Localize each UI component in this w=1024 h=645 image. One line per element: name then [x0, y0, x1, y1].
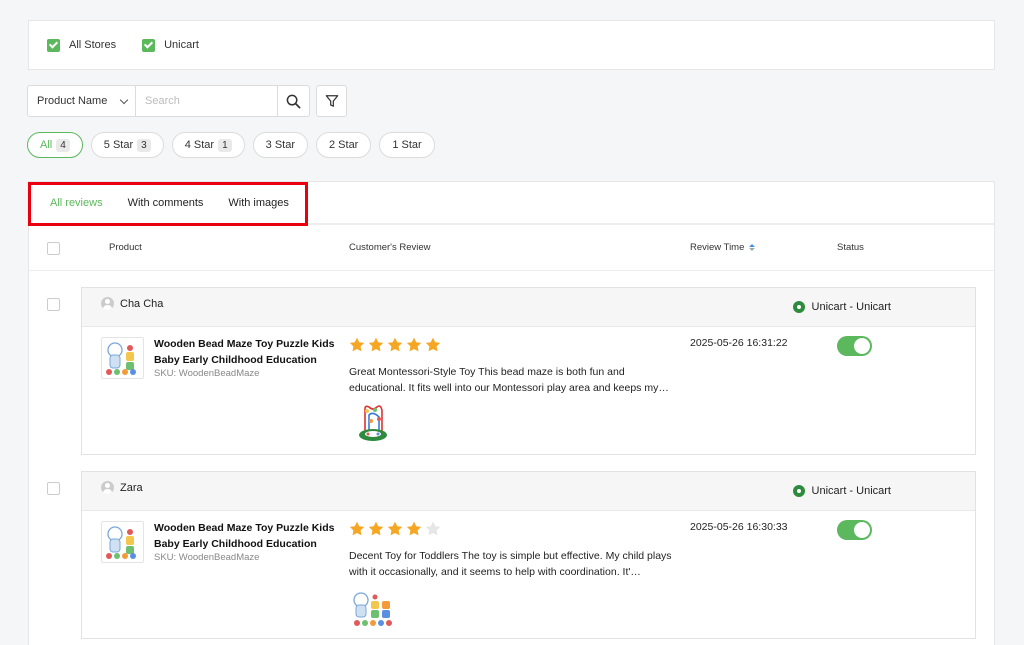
rating-filter-3-star[interactable]: 3 Star	[252, 132, 308, 158]
user-icon	[101, 297, 114, 310]
star-filled-icon	[406, 337, 422, 352]
product-name[interactable]: Wooden Bead Maze Toy Puzzle Kids Baby Ea…	[154, 521, 344, 552]
column-header-status: Status	[837, 242, 864, 253]
checkbox-checked-icon	[47, 38, 60, 52]
star-filled-icon	[387, 337, 403, 352]
bead-maze-image	[359, 405, 387, 441]
column-header-review-time[interactable]: Review Time	[690, 242, 756, 253]
store-name: Unicart - Unicart	[811, 301, 891, 313]
search-row: Product Name	[27, 85, 347, 117]
search-button[interactable]	[278, 85, 310, 117]
user-icon	[101, 481, 114, 494]
star-rating	[349, 337, 444, 352]
review-image[interactable]	[355, 401, 391, 443]
count-badge: 4	[56, 138, 70, 152]
status-toggle[interactable]	[837, 520, 872, 540]
star-filled-icon	[368, 521, 384, 536]
rating-filter-5-star[interactable]: 5 Star 3	[90, 132, 164, 158]
review-text: Decent Toy for Toddlers The toy is simpl…	[349, 550, 672, 578]
review-card-body: Wooden Bead Maze Toy Puzzle Kids Baby Ea…	[82, 327, 975, 455]
store-name: Unicart - Unicart	[811, 485, 891, 497]
bead-toy-image	[106, 526, 136, 559]
product-thumbnail[interactable]	[101, 521, 144, 563]
pill-label: 1 Star	[392, 139, 422, 151]
star-filled-icon	[349, 521, 365, 536]
rating-filter-all[interactable]: All 4	[27, 132, 83, 158]
rating-filter-1-star[interactable]: 1 Star	[379, 132, 435, 158]
pill-label: 4 Star	[184, 139, 215, 151]
sort-icon	[749, 243, 756, 251]
star-filled-icon	[406, 521, 422, 536]
select-all-checkbox[interactable]	[47, 242, 60, 255]
filter-button[interactable]	[316, 85, 347, 117]
rating-filter-2-star[interactable]: 2 Star	[316, 132, 372, 158]
rating-filter-pills: All 4 5 Star 3 4 Star 1 3 Star 2 Star 1 …	[27, 132, 443, 158]
status-toggle[interactable]	[837, 336, 872, 356]
review-text: Great Montessori-Style Toy This bead maz…	[349, 366, 669, 394]
review-time: 2025-05-26 16:31:22	[690, 337, 788, 349]
review-card-body: Wooden Bead Maze Toy Puzzle Kids Baby Ea…	[82, 511, 975, 639]
review-time: 2025-05-26 16:30:33	[690, 521, 788, 533]
column-header-product: Product	[109, 242, 142, 253]
review-card: Cha Cha Unicart - Unicart Wooden Bead Ma…	[81, 287, 976, 455]
review-image[interactable]	[350, 589, 394, 629]
review-card-header: Cha Cha Unicart - Unicart	[82, 288, 975, 327]
store-icon	[792, 485, 805, 497]
all-stores-checkbox[interactable]: All Stores	[47, 38, 117, 52]
tabs-highlight-box	[28, 182, 308, 226]
reviewer-name: Zara	[120, 481, 143, 494]
pill-label: All	[40, 139, 53, 151]
column-header-review: Customer's Review	[349, 242, 431, 253]
store-tag: Unicart - Unicart	[792, 485, 891, 497]
count-badge: 3	[137, 138, 151, 152]
search-input[interactable]	[136, 85, 278, 117]
reviewer-name: Cha Cha	[120, 297, 164, 310]
star-filled-icon	[425, 337, 441, 352]
checkbox-checked-icon	[142, 38, 156, 52]
all-stores-label: All Stores	[69, 39, 117, 51]
pill-label: 3 Star	[265, 139, 295, 151]
chevron-down-icon	[119, 95, 129, 104]
search-field-value: Product Name	[37, 95, 108, 107]
review-card-header: Zara Unicart - Unicart	[82, 472, 975, 511]
pill-label: 2 Star	[329, 139, 359, 151]
search-field-select[interactable]: Product Name	[27, 85, 136, 117]
store-tag: Unicart - Unicart	[792, 301, 891, 313]
unicart-store-label: Unicart	[164, 39, 199, 51]
reviewer: Zara	[101, 481, 143, 494]
product-name[interactable]: Wooden Bead Maze Toy Puzzle Kids Baby Ea…	[154, 337, 344, 368]
product-sku: SKU: WoodenBeadMaze	[154, 552, 260, 563]
star-filled-icon	[387, 521, 403, 536]
store-filter-bar: All Stores Unicart	[28, 20, 995, 70]
row-checkbox[interactable]	[47, 482, 60, 495]
count-badge: 1	[218, 138, 232, 152]
store-icon	[792, 301, 805, 313]
row-checkbox[interactable]	[47, 298, 60, 311]
star-filled-icon	[368, 337, 384, 352]
review-time-label: Review Time	[690, 242, 745, 253]
bead-toy-image	[106, 342, 136, 375]
table-header: Product Customer's Review Review Time St…	[29, 225, 994, 271]
filter-icon	[325, 95, 338, 107]
unicart-store-checkbox[interactable]: Unicart	[142, 38, 199, 52]
bead-toys-image	[353, 592, 392, 626]
product-sku: SKU: WoodenBeadMaze	[154, 368, 260, 379]
product-thumbnail[interactable]	[101, 337, 144, 379]
pill-label: 5 Star	[103, 139, 134, 151]
review-card: Zara Unicart - Unicart Wooden Bead Maze …	[81, 471, 976, 639]
reviews-panel: All reviews With comments With images Pr…	[28, 181, 995, 645]
rating-filter-4-star[interactable]: 4 Star 1	[171, 132, 245, 158]
reviewer: Cha Cha	[101, 297, 163, 310]
search-icon	[286, 94, 301, 108]
star-filled-icon	[349, 337, 365, 352]
star-empty-icon	[425, 521, 441, 536]
star-rating	[349, 521, 444, 536]
